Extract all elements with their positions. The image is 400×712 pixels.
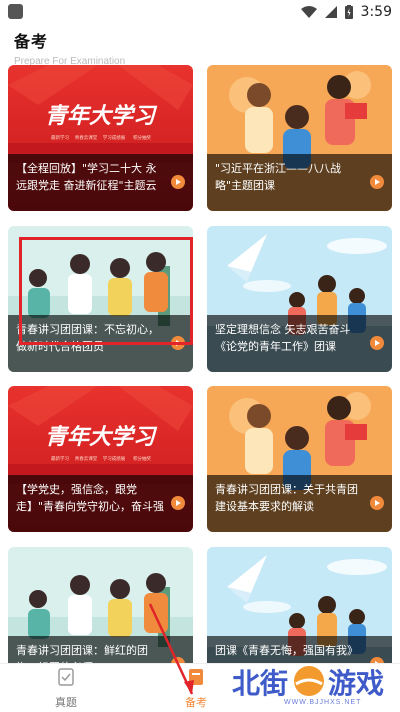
card-caption: 青春讲习团团课：关于共青团建设基本要求的解读 [207,475,392,532]
tab-zhenti[interactable]: 真题 [16,668,116,710]
course-card[interactable]: 青年大学习 最新学习 青春云课堂 学习成绩展 积分抽奖 【学党史，强信念，跟党走… [8,386,193,532]
page-title: 备考 [14,34,49,51]
watermark-text-1: 北街 [232,667,289,700]
play-icon [375,340,380,346]
tab-label: 真题 [55,697,77,709]
svg-text:积分抽奖: 积分抽奖 [133,455,151,462]
course-card[interactable]: 坚定理想信念 矢志艰苦奋斗《论党的青年工作》团课 [207,226,392,372]
play-button[interactable] [171,496,185,510]
card-title: 【学党史，强信念，跟党走】"青春向党守初心，奋斗强国勇担... [16,483,165,513]
screen: 3:59 备考 Prepare For Examination 青年大学习 最新… [0,0,400,712]
svg-text:学习成绩展: 学习成绩展 [103,455,126,462]
play-icon [375,179,380,185]
card-title: 【全程回放】"学习二十大 永远跟党走 奋进新征程"主题云团课 [16,162,157,192]
card-caption: 【学党史，强信念，跟党走】"青春向党守初心，奋斗强国勇担... [8,475,193,532]
card-caption: 【全程回放】"学习二十大 永远跟党走 奋进新征程"主题云团课 [8,154,193,211]
card-title: 团课《青春无悔，强国有我》 [215,644,358,657]
card-caption: "习近平在浙江——八八战略"主题团课 [207,154,392,211]
card-banner-text: 青年大学习 [45,103,158,129]
app-notification-icon [8,4,23,19]
cellular-signal-icon [324,6,337,18]
play-button[interactable] [370,496,384,510]
watermark-sun-icon [294,666,324,696]
play-button[interactable] [171,175,185,189]
course-card[interactable]: 青春讲习团团课：关于共青团建设基本要求的解读 [207,386,392,532]
card-title: 坚定理想信念 矢志艰苦奋斗《论党的青年工作》团课 [215,323,351,353]
course-card[interactable]: 青年大学习 最新学习 青春云课堂 学习成绩展 积分抽奖 【全程回放】"学习二十大… [8,65,193,211]
watermark-url: WWW.BJJHXS.NET [284,699,362,706]
card-title: "习近平在浙江——八八战略"主题团课 [215,162,342,192]
play-icon [375,500,380,506]
prepare-book-icon [189,669,203,685]
play-icon [176,500,181,506]
svg-text:积分抽奖: 积分抽奖 [133,134,151,141]
status-bar: 3:59 [0,0,400,24]
status-time: 3:59 [360,4,392,20]
course-card[interactable]: "习近平在浙江——八八战略"主题团课 [207,65,392,211]
watermark-logo: 北街 游戏 WWW.BJJHXS.NET [226,658,396,710]
play-button[interactable] [370,175,384,189]
battery-icon [344,5,353,19]
exam-paper-icon [58,668,74,686]
card-title: 青春讲习团团课：关于共青团建设基本要求的解读 [215,483,358,513]
tutorial-highlight-box [19,237,193,345]
svg-text:学习成绩展: 学习成绩展 [103,134,126,141]
svg-text:最新学习: 最新学习 [51,455,69,462]
svg-text:青春云课堂: 青春云课堂 [75,134,98,141]
svg-text:最新学习: 最新学习 [51,134,69,141]
watermark-text-2: 游戏 [328,667,385,700]
page-header: 备考 Prepare For Examination [14,28,125,67]
wifi-icon [300,6,317,18]
play-button[interactable] [370,336,384,350]
svg-text:青春云课堂: 青春云课堂 [75,455,98,462]
card-banner-text: 青年大学习 [45,424,158,450]
play-icon [176,179,181,185]
status-icons: 3:59 [300,3,392,21]
card-caption: 坚定理想信念 矢志艰苦奋斗《论党的青年工作》团课 [207,315,392,372]
